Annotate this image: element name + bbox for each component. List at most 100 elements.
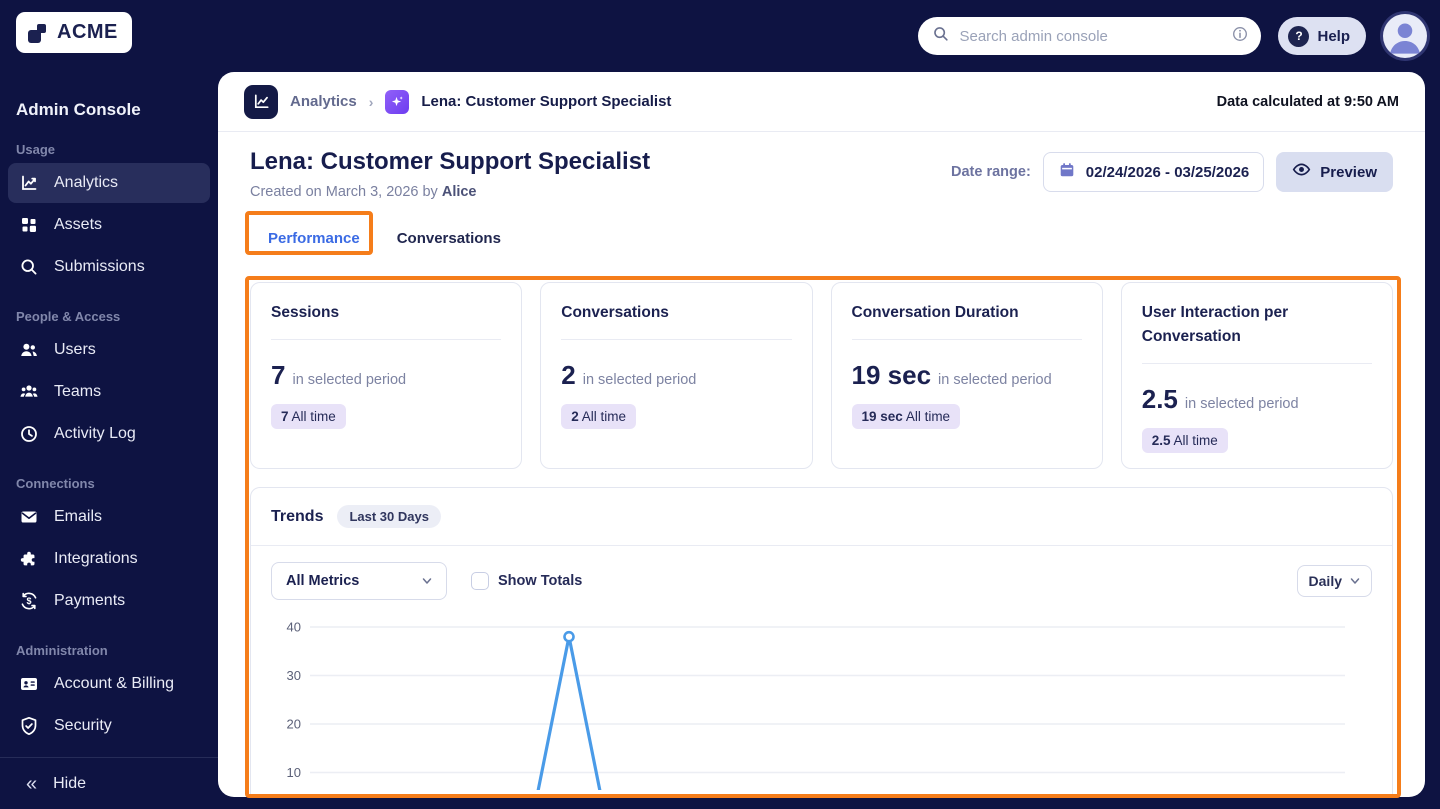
acme-logo-text: ACME	[57, 21, 118, 43]
section-label-usage: Usage	[16, 142, 56, 157]
hide-sidebar-button[interactable]: « Hide	[0, 757, 218, 809]
sidebar-item-users[interactable]: Users	[8, 330, 210, 370]
sidebar-item-label: Teams	[54, 383, 102, 400]
search-input[interactable]	[959, 27, 1223, 45]
ai-sparkle-icon	[385, 89, 410, 114]
stat-card-title: Sessions	[271, 301, 502, 341]
sidebar-item-security[interactable]: Security	[8, 706, 210, 746]
sidebar-item-payments[interactable]: $ Payments	[8, 581, 210, 621]
stat-card-title: User Interaction per Conversation	[1141, 301, 1372, 365]
sidebar-item-label: Account & Billing	[54, 675, 175, 692]
show-totals-toggle[interactable]: Show Totals	[471, 572, 582, 590]
all-time-badge: 7 All time	[271, 404, 346, 430]
show-totals-checkbox[interactable]	[471, 572, 489, 590]
sidebar-item-activity-log[interactable]: Activity Log	[8, 414, 210, 454]
stat-value: 7	[271, 360, 286, 391]
stat-period-label: in selected period	[938, 372, 1052, 389]
section-label-people-access: People & Access	[16, 309, 121, 324]
last-30-days-badge: Last 30 Days	[337, 505, 441, 528]
sidebar-item-teams[interactable]: Teams	[8, 372, 210, 412]
data-calculated-status: Data calculated at 9:50 AM	[1216, 93, 1399, 110]
stat-card-conversation-duration: Conversation Duration 19 sec in selected…	[830, 282, 1103, 469]
breadcrumb: Analytics › Lena: Customer Support Speci…	[218, 72, 1425, 132]
preview-button[interactable]: Preview	[1276, 152, 1393, 192]
stat-card-user-interaction: User Interaction per Conversation 2.5 in…	[1120, 282, 1393, 469]
help-label: Help	[1317, 27, 1350, 45]
breadcrumb-analytics-link[interactable]: Analytics	[290, 93, 357, 110]
envelope-icon	[18, 506, 40, 528]
sidebar-item-label: Emails	[54, 508, 103, 525]
sidebar-item-label: Integrations	[54, 550, 138, 567]
trends-chart: 40 30 20 10	[287, 620, 1345, 790]
svg-text:$: $	[26, 596, 31, 606]
sidebar-item-label: Users	[54, 341, 96, 358]
chevron-right-icon: ›	[368, 93, 374, 110]
shield-check-icon	[18, 715, 40, 737]
sidebar: Admin Console Usage Analytics Assets Sub…	[0, 72, 218, 809]
sidebar-item-assets[interactable]: Assets	[8, 205, 210, 245]
sidebar-item-integrations[interactable]: Integrations	[8, 539, 210, 579]
question-mark-icon: ?	[1288, 25, 1310, 47]
stat-value: 19 sec	[851, 360, 932, 391]
all-time-badge: 2.5 All time	[1141, 428, 1228, 454]
stat-card-conversations: Conversations 2 in selected period 2 All…	[540, 282, 813, 469]
chevron-down-icon	[422, 578, 432, 584]
help-button[interactable]: ? Help	[1278, 17, 1366, 55]
date-range-label: Date range:	[951, 164, 1031, 180]
all-time-badge: 2 All time	[561, 404, 637, 430]
analytics-app-icon	[244, 84, 278, 119]
sidebar-item-emails[interactable]: Emails	[8, 497, 210, 537]
show-totals-label: Show Totals	[498, 573, 583, 589]
chevron-down-icon	[1350, 578, 1360, 584]
granularity-select[interactable]: Daily	[1296, 565, 1372, 597]
sidebar-item-account-billing[interactable]: Account & Billing	[8, 664, 210, 704]
metrics-filter-value: All Metrics	[286, 573, 360, 589]
tab-conversations[interactable]: Conversations	[397, 230, 501, 247]
tab-performance[interactable]: Performance	[268, 230, 360, 247]
granularity-value: Daily	[1308, 573, 1342, 589]
sidebar-item-label: Assets	[54, 216, 103, 233]
users-icon	[18, 339, 40, 361]
sidebar-item-label: Payments	[54, 592, 126, 609]
person-icon	[1390, 23, 1420, 54]
magnifier-icon	[18, 256, 40, 278]
y-tick-30: 30	[287, 668, 301, 683]
trends-title: Trends	[271, 507, 324, 525]
hide-label: Hide	[53, 774, 87, 792]
y-tick-40: 40	[287, 620, 301, 635]
sidebar-item-label: Analytics	[54, 174, 119, 191]
puzzle-icon	[18, 548, 40, 570]
y-tick-10: 10	[287, 765, 301, 780]
stat-card-sessions: Sessions 7 in selected period 7 All time	[250, 282, 523, 469]
created-by-author: Alice	[441, 184, 477, 200]
date-range-value: 02/24/2026 - 03/25/2026	[1085, 163, 1250, 181]
stat-period-label: in selected period	[292, 372, 407, 389]
metrics-filter-select[interactable]: All Metrics	[271, 562, 447, 600]
acme-logo-icon	[26, 21, 50, 45]
stat-period-label: in selected period	[582, 372, 697, 389]
breadcrumb-current: Lena: Customer Support Specialist	[421, 93, 672, 110]
stat-period-label: in selected period	[1184, 396, 1299, 413]
eye-icon	[1292, 160, 1311, 184]
trends-card: Trends Last 30 Days All Metrics Show Tot…	[250, 487, 1393, 797]
sidebar-item-submissions[interactable]: Submissions	[8, 247, 210, 287]
date-range-picker[interactable]: 02/24/2026 - 03/25/2026	[1042, 152, 1265, 192]
topbar: ACME ? Help	[0, 0, 1440, 72]
sidebar-item-label: Submissions	[54, 258, 145, 275]
stat-value: 2	[561, 360, 576, 391]
acme-logo[interactable]: ACME	[16, 12, 132, 53]
stat-cards-row: Sessions 7 in selected period 7 All time…	[250, 282, 1393, 469]
trend-peak-marker	[563, 630, 575, 643]
section-label-connections: Connections	[16, 476, 95, 491]
sidebar-title: Admin Console	[16, 100, 141, 119]
section-label-administration: Administration	[16, 643, 108, 658]
info-icon[interactable]	[1231, 25, 1249, 48]
trend-line-series	[536, 635, 602, 790]
admin-search-bar[interactable]	[918, 17, 1262, 55]
y-tick-20: 20	[287, 717, 301, 732]
preview-label: Preview	[1320, 163, 1377, 181]
user-avatar[interactable]	[1383, 14, 1427, 58]
all-time-badge: 19 sec All time	[851, 404, 961, 430]
sidebar-item-label: Security	[54, 717, 112, 734]
sidebar-item-analytics[interactable]: Analytics	[8, 163, 210, 203]
